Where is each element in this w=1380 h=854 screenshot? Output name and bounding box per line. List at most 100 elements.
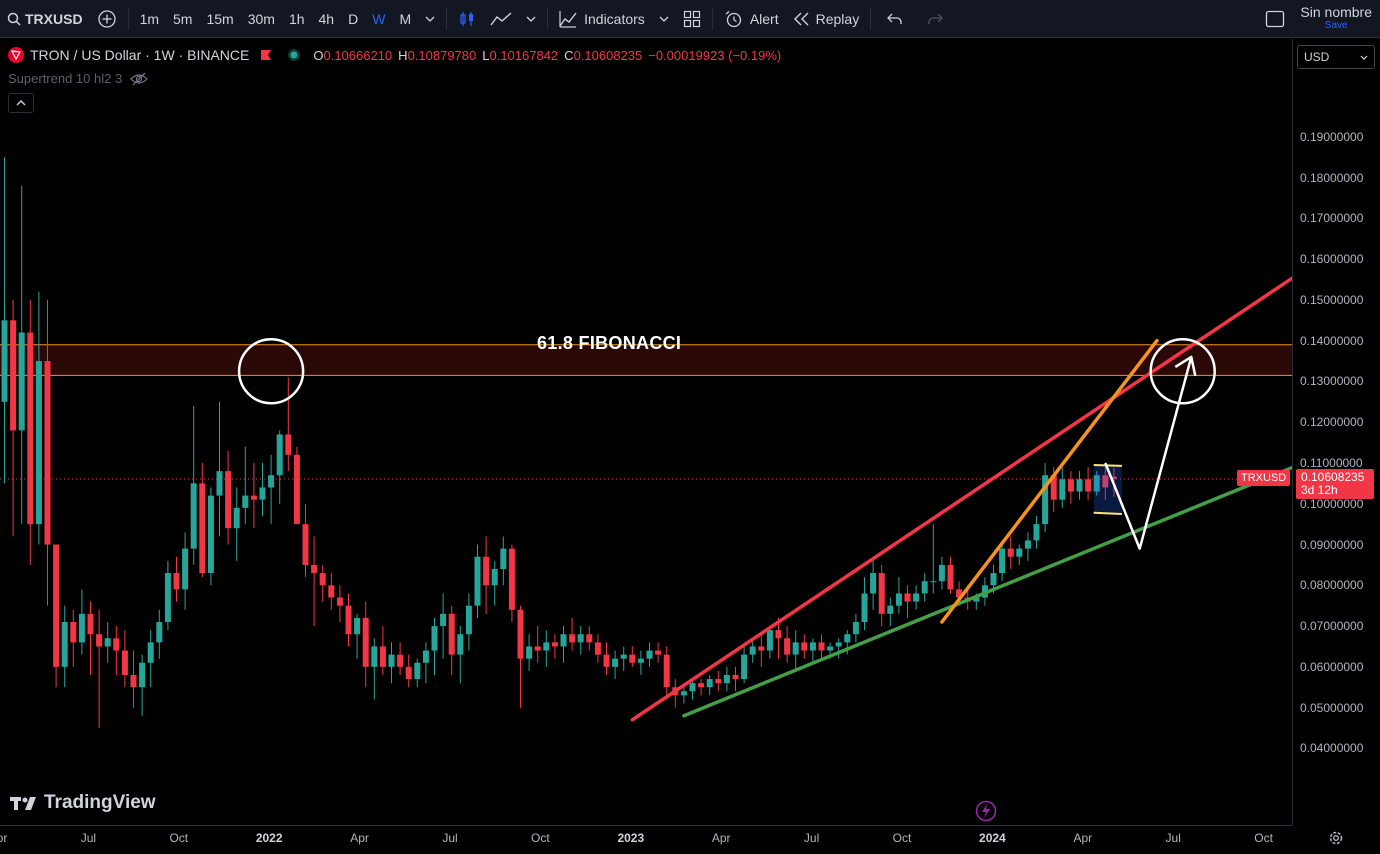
interval-5m[interactable]: 5m	[166, 0, 199, 38]
candle[interactable]	[663, 646, 670, 700]
candle[interactable]	[362, 601, 369, 688]
candle[interactable]	[784, 626, 791, 663]
candle[interactable]	[603, 642, 610, 675]
candle[interactable]	[35, 291, 42, 545]
candle[interactable]	[259, 462, 266, 516]
candle[interactable]	[1016, 544, 1023, 565]
indicator-legend[interactable]: Supertrend 10 hl2 3	[8, 71, 149, 86]
candle[interactable]	[431, 617, 438, 675]
candle[interactable]	[913, 585, 920, 610]
candle[interactable]	[491, 560, 498, 606]
candle[interactable]	[268, 454, 275, 525]
candle[interactable]	[569, 617, 576, 651]
candle[interactable]	[835, 638, 842, 659]
candle[interactable]	[1024, 532, 1031, 561]
candle[interactable]	[698, 679, 705, 696]
candle[interactable]	[139, 654, 146, 716]
projection-path[interactable]	[1104, 356, 1193, 550]
candle[interactable]	[999, 544, 1006, 582]
candle[interactable]	[921, 573, 928, 602]
candle[interactable]	[319, 564, 326, 602]
candle[interactable]	[612, 650, 619, 680]
candle[interactable]	[164, 560, 171, 631]
candle[interactable]	[852, 613, 859, 643]
candle[interactable]	[715, 670, 722, 692]
candle[interactable]	[586, 626, 593, 651]
settings-gear-icon[interactable]	[1328, 830, 1344, 846]
replay-button[interactable]: Replay	[786, 0, 867, 38]
candle[interactable]	[637, 650, 644, 675]
candle[interactable]	[508, 544, 515, 622]
templates-button[interactable]	[676, 0, 708, 38]
redo-button[interactable]	[915, 0, 955, 38]
candle[interactable]	[311, 536, 318, 627]
orange-trendline[interactable]	[940, 338, 1159, 624]
candle[interactable]	[388, 642, 395, 684]
candle[interactable]	[1085, 467, 1092, 500]
lightning-icon[interactable]	[975, 800, 997, 822]
candles-chart-type-button[interactable]	[451, 0, 483, 38]
candle[interactable]	[78, 589, 85, 655]
candle[interactable]	[758, 634, 765, 667]
candle[interactable]	[130, 650, 137, 708]
interval-1m[interactable]: 1m	[133, 0, 166, 38]
candle[interactable]	[706, 674, 713, 696]
candle[interactable]	[182, 532, 189, 610]
candle[interactable]	[723, 666, 730, 692]
candle[interactable]	[741, 646, 748, 684]
fibonacci-zone-label[interactable]: 61.8 FIBONACCI	[537, 333, 681, 354]
candle[interactable]	[887, 597, 894, 627]
candle[interactable]	[534, 626, 541, 663]
candle[interactable]	[53, 544, 60, 688]
candle[interactable]	[345, 593, 352, 647]
layout-save-button[interactable]: Sin nombre Save	[1292, 5, 1380, 32]
candle[interactable]	[500, 536, 507, 586]
candle[interactable]	[104, 621, 111, 663]
interval-15m[interactable]: 15m	[199, 0, 240, 38]
candle[interactable]	[440, 593, 447, 659]
currency-select[interactable]: USD	[1297, 45, 1375, 69]
candle[interactable]	[930, 524, 937, 594]
indicators-button[interactable]: Indicators	[552, 0, 652, 38]
candle[interactable]	[551, 634, 558, 659]
candle[interactable]	[620, 646, 627, 671]
candle[interactable]	[1076, 471, 1083, 500]
market-status-icon[interactable]	[287, 48, 301, 62]
candle[interactable]	[474, 544, 481, 618]
candle[interactable]	[646, 642, 653, 667]
candle[interactable]	[465, 593, 472, 651]
symbol-title[interactable]: TRON / US Dollar · 1W · BINANCE	[30, 47, 249, 63]
candle[interactable]	[594, 634, 601, 663]
chart-canvas[interactable]	[0, 39, 1292, 825]
candle[interactable]	[336, 585, 343, 622]
candle[interactable]	[328, 573, 335, 610]
candle[interactable]	[1, 157, 8, 484]
candle[interactable]	[293, 446, 300, 525]
chart-type-dropdown[interactable]	[519, 0, 543, 38]
candle[interactable]	[938, 556, 945, 590]
candle[interactable]	[878, 564, 885, 627]
candle[interactable]	[199, 462, 206, 578]
candle[interactable]	[809, 638, 816, 663]
chart-pane[interactable]	[0, 39, 1292, 825]
candle[interactable]	[801, 634, 808, 659]
candle[interactable]	[577, 626, 584, 655]
candle[interactable]	[517, 605, 524, 708]
candle[interactable]	[1067, 471, 1074, 504]
symbol-search-button[interactable]: TRXUSD	[0, 0, 90, 38]
candle[interactable]	[448, 605, 455, 675]
candle[interactable]	[207, 487, 214, 586]
candle[interactable]	[190, 405, 197, 565]
compare-symbol-button[interactable]	[90, 0, 124, 38]
candle[interactable]	[354, 613, 361, 659]
upper-trendline[interactable]	[630, 231, 1292, 722]
candle[interactable]	[276, 430, 283, 504]
candle[interactable]	[904, 585, 911, 618]
candle[interactable]	[173, 556, 180, 602]
candle[interactable]	[371, 638, 378, 700]
candle[interactable]	[379, 626, 386, 675]
candle[interactable]	[113, 626, 120, 675]
candle[interactable]	[732, 666, 739, 692]
candle[interactable]	[18, 185, 25, 525]
consolidation-top-line[interactable]	[1093, 464, 1122, 467]
